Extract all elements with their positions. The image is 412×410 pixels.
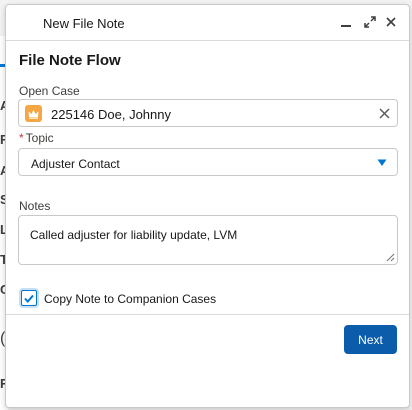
modal-header: New File Note	[6, 5, 409, 41]
close-icon[interactable]	[382, 13, 400, 31]
open-case-lookup[interactable]: 225146 Doe, Johnny	[18, 99, 398, 127]
required-marker: *	[19, 131, 24, 145]
notes-value: Called adjuster for liability update, LV…	[30, 228, 238, 242]
chevron-down-icon	[377, 159, 387, 166]
topic-label: * Topic	[19, 131, 54, 145]
minimize-icon[interactable]	[337, 13, 355, 31]
copy-note-label[interactable]: Copy Note to Companion Cases	[44, 292, 216, 306]
notes-textarea[interactable]: Called adjuster for liability update, LV…	[18, 215, 398, 265]
clear-selection-icon[interactable]	[377, 106, 391, 120]
expand-icon[interactable]	[361, 13, 379, 31]
topic-label-text: Topic	[25, 131, 54, 145]
copy-note-checkbox[interactable]	[21, 290, 37, 306]
modal-title: New File Note	[43, 16, 125, 31]
topic-value: Adjuster Contact	[31, 157, 120, 171]
notes-label: Notes	[19, 199, 51, 213]
open-case-value: 225146 Doe, Johnny	[51, 107, 171, 122]
crown-icon	[25, 105, 42, 122]
topic-select[interactable]: Adjuster Contact	[18, 148, 398, 176]
resize-grip-icon[interactable]	[386, 253, 395, 262]
footer-divider	[6, 314, 409, 315]
next-button[interactable]: Next	[344, 325, 397, 354]
new-file-note-modal: New File Note File Note Flow Open Case 2…	[5, 4, 410, 408]
checkmark-icon	[24, 294, 34, 303]
flow-title: File Note Flow	[19, 52, 121, 69]
open-case-label: Open Case	[19, 84, 80, 98]
